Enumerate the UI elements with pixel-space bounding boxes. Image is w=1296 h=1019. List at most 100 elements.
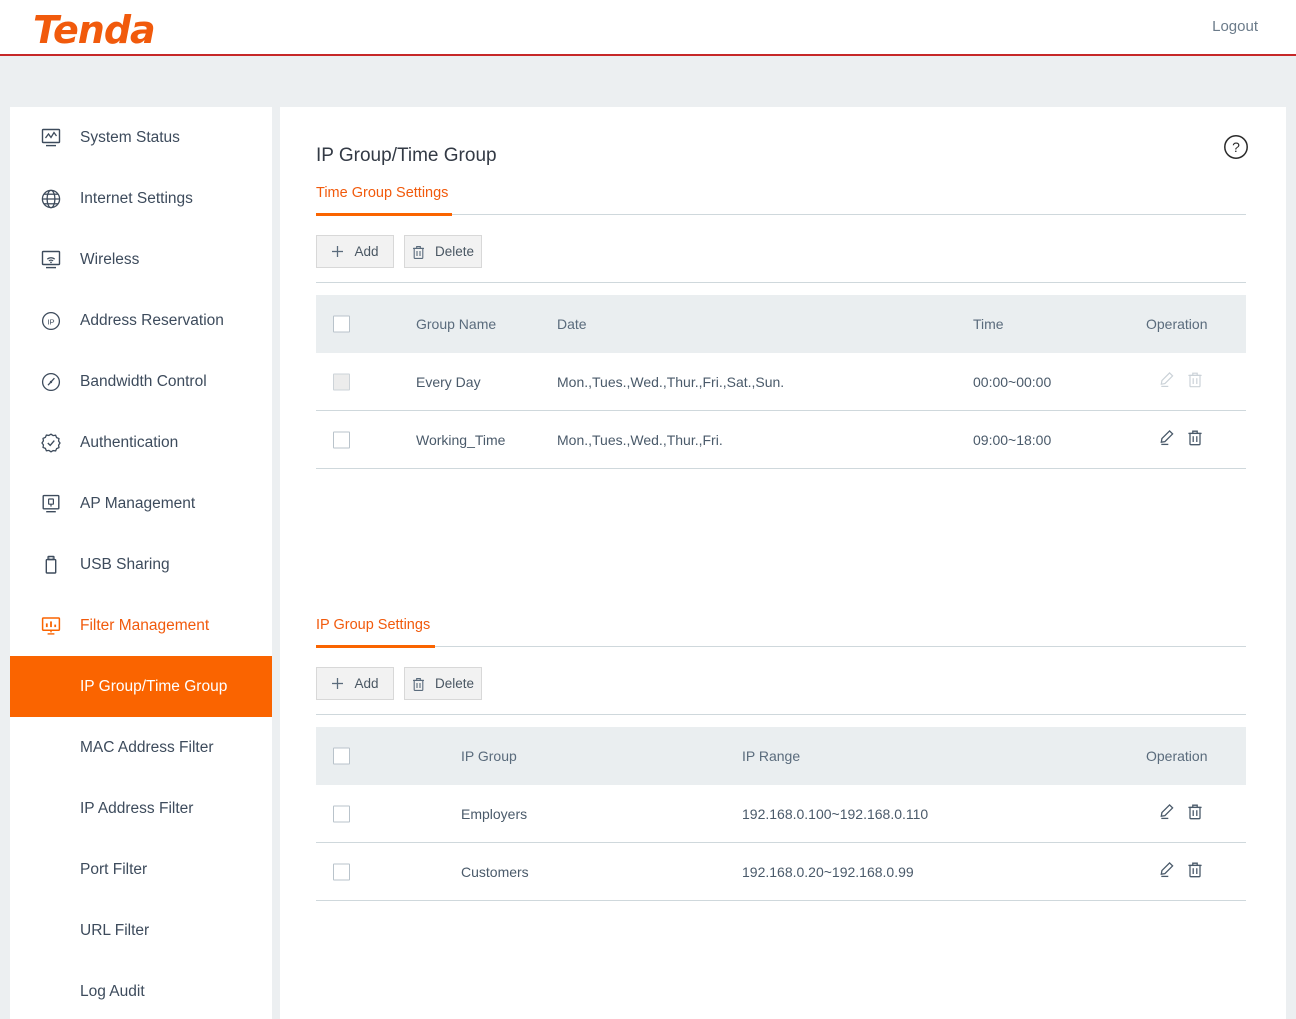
sidebar-subitem-label: MAC Address Filter [80,738,214,756]
row-checkbox[interactable] [333,805,350,822]
sidebar-subitem-ip-address-filter[interactable]: IP Address Filter [10,778,272,839]
column-header-ip-range: IP Range [742,748,801,764]
sidebar-subitem-port-filter[interactable]: Port Filter [10,839,272,900]
sidebar-subitem-log-audit[interactable]: Log Audit [10,961,272,1019]
time-group-section: Time Group Settings Add Delete Group Nam… [316,185,1246,469]
sidebar-item-system-status[interactable]: System Status [10,107,272,168]
cell-date: Mon.,Tues.,Wed.,Thur.,Fri. [557,431,723,448]
toolbar-divider [316,714,1246,715]
time-group-delete-button[interactable]: Delete [404,235,482,268]
cell-time: 00:00~00:00 [973,373,1052,390]
row-operations [1158,803,1203,825]
sidebar-subitem-label: Log Audit [80,982,145,1000]
top-header-bar: Tenda Logout [0,0,1296,56]
row-operations [1158,429,1203,451]
table-header-row: IP Group IP Range Operation [316,727,1246,785]
time-group-toolbar: Add Delete [316,235,482,268]
ip-group-tab-row: IP Group Settings [316,617,1246,648]
sidebar-item-authentication[interactable]: Authentication [10,412,272,473]
sidebar-item-label: System Status [80,128,180,146]
page-title: IP Group/Time Group [316,145,497,166]
tab-active-underline [316,645,435,648]
delete-trash-icon[interactable] [1187,861,1203,883]
trash-icon [412,245,425,259]
edit-pencil-icon[interactable] [1158,861,1175,883]
badge-check-icon [39,431,63,455]
time-group-add-button[interactable]: Add [316,235,394,268]
plus-icon [331,245,344,258]
main-content-panel: ? IP Group/Time Group Time Group Setting… [280,107,1286,1019]
sidebar-item-wireless[interactable]: Wireless [10,229,272,290]
cell-ip-group: Employers [461,805,528,822]
monitor-wifi-icon [39,248,63,272]
tab-active-underline [316,213,452,216]
ip-group-table: IP Group IP Range Operation Employers 19… [316,727,1246,901]
delete-button-label: Delete [434,244,475,259]
globe-icon [39,187,63,211]
sidebar-nav: System Status Internet Settings Wireless [10,107,272,1019]
sidebar-item-label: Address Reservation [80,311,224,329]
sidebar-subitem-label: IP Group/Time Group [80,677,228,695]
tab-time-group-settings[interactable]: Time Group Settings [316,185,448,211]
sidebar-item-address-reservation[interactable]: IP Address Reservation [10,290,272,351]
delete-trash-icon[interactable] [1187,429,1203,451]
edit-pencil-icon[interactable] [1158,429,1175,451]
column-header-date: Date [557,316,587,332]
logout-link[interactable]: Logout [1212,18,1258,35]
delete-trash-icon[interactable] [1187,803,1203,825]
add-button-label: Add [354,244,379,259]
monitor-chart-icon [39,126,63,150]
sidebar-item-label: Filter Management [80,616,210,634]
sidebar-item-label: Internet Settings [80,189,193,207]
sidebar-item-label: USB Sharing [80,555,170,573]
select-all-checkbox[interactable] [333,315,350,333]
ip-group-delete-button[interactable]: Delete [404,667,482,700]
gauge-icon [39,370,63,394]
presentation-bars-icon [39,614,63,638]
ip-group-add-button[interactable]: Add [316,667,394,700]
sidebar-item-label: Authentication [80,433,179,451]
toolbar-divider [316,282,1246,283]
row-operations [1158,371,1203,393]
svg-text:?: ? [1232,139,1240,155]
trash-icon [412,677,425,691]
edit-pencil-icon[interactable] [1158,803,1175,825]
sidebar-subitem-label: URL Filter [80,921,150,939]
add-button-label: Add [354,676,379,691]
sidebar-item-internet-settings[interactable]: Internet Settings [10,168,272,229]
cell-group-name: Working_Time [416,431,506,448]
sidebar-subitem-label: Port Filter [80,860,148,878]
sidebar-item-bandwidth-control[interactable]: Bandwidth Control [10,351,272,412]
select-all-checkbox[interactable] [333,747,350,765]
ip-circle-icon: IP [39,309,63,333]
column-header-operation: Operation [1146,748,1208,764]
plus-icon [331,677,344,690]
sidebar-subitem-mac-address-filter[interactable]: MAC Address Filter [10,717,272,778]
question-circle-icon[interactable]: ? [1222,133,1250,161]
cell-ip-range: 192.168.0.100~192.168.0.110 [742,805,929,822]
time-group-table: Group Name Date Time Operation Every Day… [316,295,1246,469]
row-operations [1158,861,1203,883]
row-checkbox [333,373,350,390]
sidebar-subitem-label: IP Address Filter [80,799,194,817]
delete-trash-icon [1187,371,1203,393]
ip-group-section: IP Group Settings Add Delete IP Group IP… [316,617,1246,901]
ip-group-toolbar: Add Delete [316,667,482,700]
sidebar-item-usb-sharing[interactable]: USB Sharing [10,534,272,595]
row-checkbox[interactable] [333,431,350,448]
time-group-tab-row: Time Group Settings [316,185,1246,216]
monitor-device-icon [39,492,63,516]
table-row: Every Day Mon.,Tues.,Wed.,Thur.,Fri.,Sat… [316,353,1246,411]
table-header-row: Group Name Date Time Operation [316,295,1246,353]
row-checkbox[interactable] [333,863,350,880]
column-header-operation: Operation [1146,316,1208,332]
sidebar-item-filter-management[interactable]: Filter Management [10,595,272,656]
table-row: Working_Time Mon.,Tues.,Wed.,Thur.,Fri. … [316,411,1246,469]
column-header-group-name: Group Name [416,316,497,332]
svg-text:IP: IP [47,317,54,326]
sidebar-item-ap-management[interactable]: AP Management [10,473,272,534]
sidebar-subitem-url-filter[interactable]: URL Filter [10,900,272,961]
tab-ip-group-settings[interactable]: IP Group Settings [316,617,430,643]
sidebar-subitem-ip-group-time-group[interactable]: IP Group/Time Group [10,656,272,717]
sidebar-item-label: AP Management [80,494,196,512]
